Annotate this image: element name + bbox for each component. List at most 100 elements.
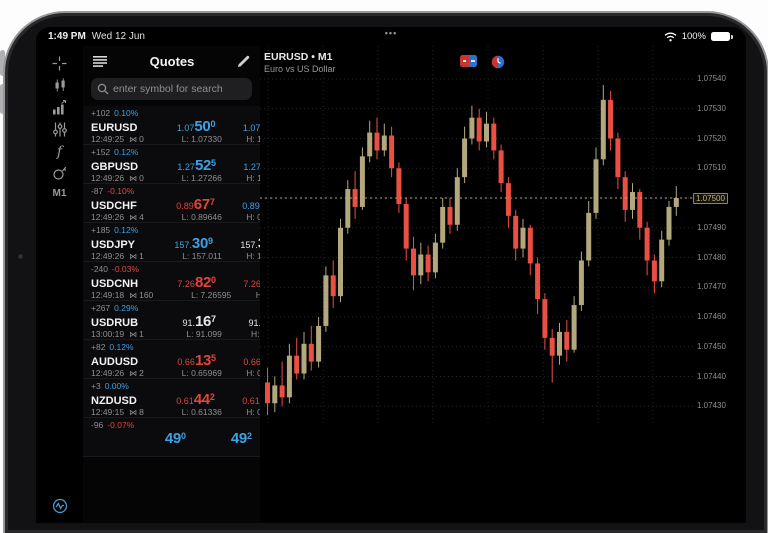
quote-time xyxy=(91,446,108,456)
quote-row[interactable]: +267 0.29% USDRUB 91.167 91.168 13:00:19… xyxy=(83,301,260,340)
list-icon[interactable] xyxy=(93,56,107,67)
quote-high: H: 91.169 xyxy=(222,329,260,339)
chart-toolbar: f M1 xyxy=(36,46,83,523)
quotes-panel: Quotes +102 0.10% EURUSD 1.07500 1. xyxy=(83,46,260,523)
objects-icon[interactable] xyxy=(50,166,70,181)
chart-symbol-title: EURUSD • M1 xyxy=(264,51,332,63)
quote-row[interactable]: +152 0.12% GBPUSD 1.27525 1.27525 12:49:… xyxy=(83,145,260,184)
crosshair-icon[interactable] xyxy=(50,56,70,71)
chart-pane[interactable]: EURUSD • M1 Euro vs US Dollar 1.075401.0… xyxy=(260,46,746,523)
quote-time: 12:49:26⋈1 xyxy=(91,251,144,261)
spread-icon: ⋈ xyxy=(129,174,137,183)
quote-row[interactable]: -87 -0.10% USDCHF 0.89677 0.89681 12:49:… xyxy=(83,184,260,223)
metatrader-app: f M1 Quotes xyxy=(36,46,746,523)
quote-percent: 0.12% xyxy=(114,147,138,157)
one-click-trading-icon[interactable] xyxy=(460,55,477,67)
clock-time: 1:49 PM xyxy=(48,31,86,42)
price-axis-label: 1.07530 xyxy=(697,104,726,113)
quote-symbol: AUDUSD xyxy=(91,356,138,368)
quote-row[interactable]: +82 0.12% AUDUSD 0.66135 0.66137 12:49:2… xyxy=(83,340,260,379)
spread-icon: ⋈ xyxy=(129,369,137,378)
indicators-icon[interactable] xyxy=(50,100,70,115)
quote-time: 12:49:18⋈160 xyxy=(91,290,153,300)
chart-symbol-description: Euro vs US Dollar xyxy=(264,64,336,74)
quote-percent: 0.12% xyxy=(109,342,133,352)
quote-change: -87 xyxy=(91,186,103,196)
spread-icon: ⋈ xyxy=(129,330,137,339)
quote-high: H: 0.66219 xyxy=(222,368,260,378)
quotes-title: Quotes xyxy=(107,54,237,69)
ipad-device-frame: 1:49 PM Wed 12 Jun ••• 100% xyxy=(3,11,768,533)
symbol-search-input[interactable] xyxy=(91,78,252,100)
quote-row[interactable]: +3 0.00% NZDUSD 0.61442 0.61450 12:49:15… xyxy=(83,379,260,418)
quote-change: +82 xyxy=(91,342,105,352)
quote-change: +152 xyxy=(91,147,110,157)
ipad-screen: 1:49 PM Wed 12 Jun ••• 100% xyxy=(36,27,746,523)
quote-symbol: EURUSD xyxy=(91,122,137,134)
pencil-icon[interactable] xyxy=(237,55,250,68)
quote-percent: 0.29% xyxy=(114,303,138,313)
quote-symbol: NZDUSD xyxy=(91,395,137,407)
battery-percent: 100% xyxy=(682,31,706,42)
price-axis-label: 1.07450 xyxy=(697,342,726,351)
quote-high: H: 0.89831 xyxy=(222,212,260,222)
front-camera xyxy=(18,254,23,259)
quote-low: L: 1.27266 xyxy=(144,173,222,183)
current-price-label: 1.07500 xyxy=(693,193,728,204)
quote-symbol: GBPUSD xyxy=(91,161,138,173)
quote-low: L: 7.26595 xyxy=(153,290,231,300)
spread-icon: ⋈ xyxy=(129,291,137,300)
quote-change: +185 xyxy=(91,225,110,235)
quote-symbol: USDJPY xyxy=(91,239,135,251)
price-axis-label: 1.07440 xyxy=(697,372,726,381)
quote-time: 12:49:26⋈4 xyxy=(91,212,144,222)
search-container xyxy=(83,76,260,106)
price-axis-label: 1.07520 xyxy=(697,134,726,143)
spread-icon: ⋈ xyxy=(129,252,137,261)
quote-change: +102 xyxy=(91,108,110,118)
quote-low: L: 157.011 xyxy=(144,251,222,261)
quote-percent: -0.03% xyxy=(112,264,139,274)
quote-row[interactable]: -240 -0.03% USDCNH 7.26820 7.26980 12:49… xyxy=(83,262,260,301)
quote-row[interactable]: +185 0.12% USDJPY 157.309 157.310 12:49:… xyxy=(83,223,260,262)
quote-percent: -0.07% xyxy=(107,420,134,430)
quote-symbol: USDCHF xyxy=(91,200,137,212)
price-axis-label: 1.07470 xyxy=(697,282,726,291)
chart-settings-icon[interactable] xyxy=(50,122,70,137)
quote-symbol: USDCNH xyxy=(91,278,138,290)
quote-change: -96 xyxy=(91,420,103,430)
quote-time: 12:49:25⋈0 xyxy=(91,134,144,144)
chat-icon[interactable] xyxy=(50,498,70,513)
quote-row[interactable]: +102 0.10% EURUSD 1.07500 1.07500 12:49:… xyxy=(83,106,260,145)
quote-percent: 0.00% xyxy=(105,381,129,391)
quote-low: L: 1.07330 xyxy=(144,134,222,144)
quote-high: H: 0.61491 xyxy=(222,407,260,417)
quote-change: +267 xyxy=(91,303,110,313)
quote-percent: -0.10% xyxy=(107,186,134,196)
spread-icon: ⋈ xyxy=(129,135,137,144)
quote-low xyxy=(108,446,186,456)
market-sessions-clock-icon[interactable] xyxy=(491,55,505,69)
spread-icon: ⋈ xyxy=(129,213,137,222)
spread-icon: ⋈ xyxy=(129,408,137,417)
price-axis-label: 1.07430 xyxy=(697,401,726,410)
wifi-icon xyxy=(664,32,677,42)
quote-low: L: 0.61336 xyxy=(144,407,222,417)
quote-percent: 0.10% xyxy=(114,108,138,118)
price-axis-label: 1.07490 xyxy=(697,223,726,232)
price-axis-label: 1.07510 xyxy=(697,163,726,172)
quote-change: +3 xyxy=(91,381,101,391)
price-axis-label: 1.07480 xyxy=(697,253,726,262)
quotes-list: +102 0.10% EURUSD 1.07500 1.07500 12:49:… xyxy=(83,106,260,523)
quotes-header: Quotes xyxy=(83,46,260,76)
quote-high: H: 1.27597 xyxy=(222,173,260,183)
quote-high: H: 1.07538 xyxy=(222,134,260,144)
quote-high xyxy=(186,446,252,456)
multitasking-handle[interactable]: ••• xyxy=(385,28,397,38)
clock-date: Wed 12 Jun xyxy=(92,31,145,42)
quote-high: H: 157.357 xyxy=(222,251,260,261)
timeframe-button[interactable]: M1 xyxy=(53,188,67,199)
candlestick-chart-icon[interactable] xyxy=(50,78,70,93)
function-icon[interactable]: f xyxy=(50,144,70,159)
status-bar: 1:49 PM Wed 12 Jun ••• 100% xyxy=(36,27,746,46)
